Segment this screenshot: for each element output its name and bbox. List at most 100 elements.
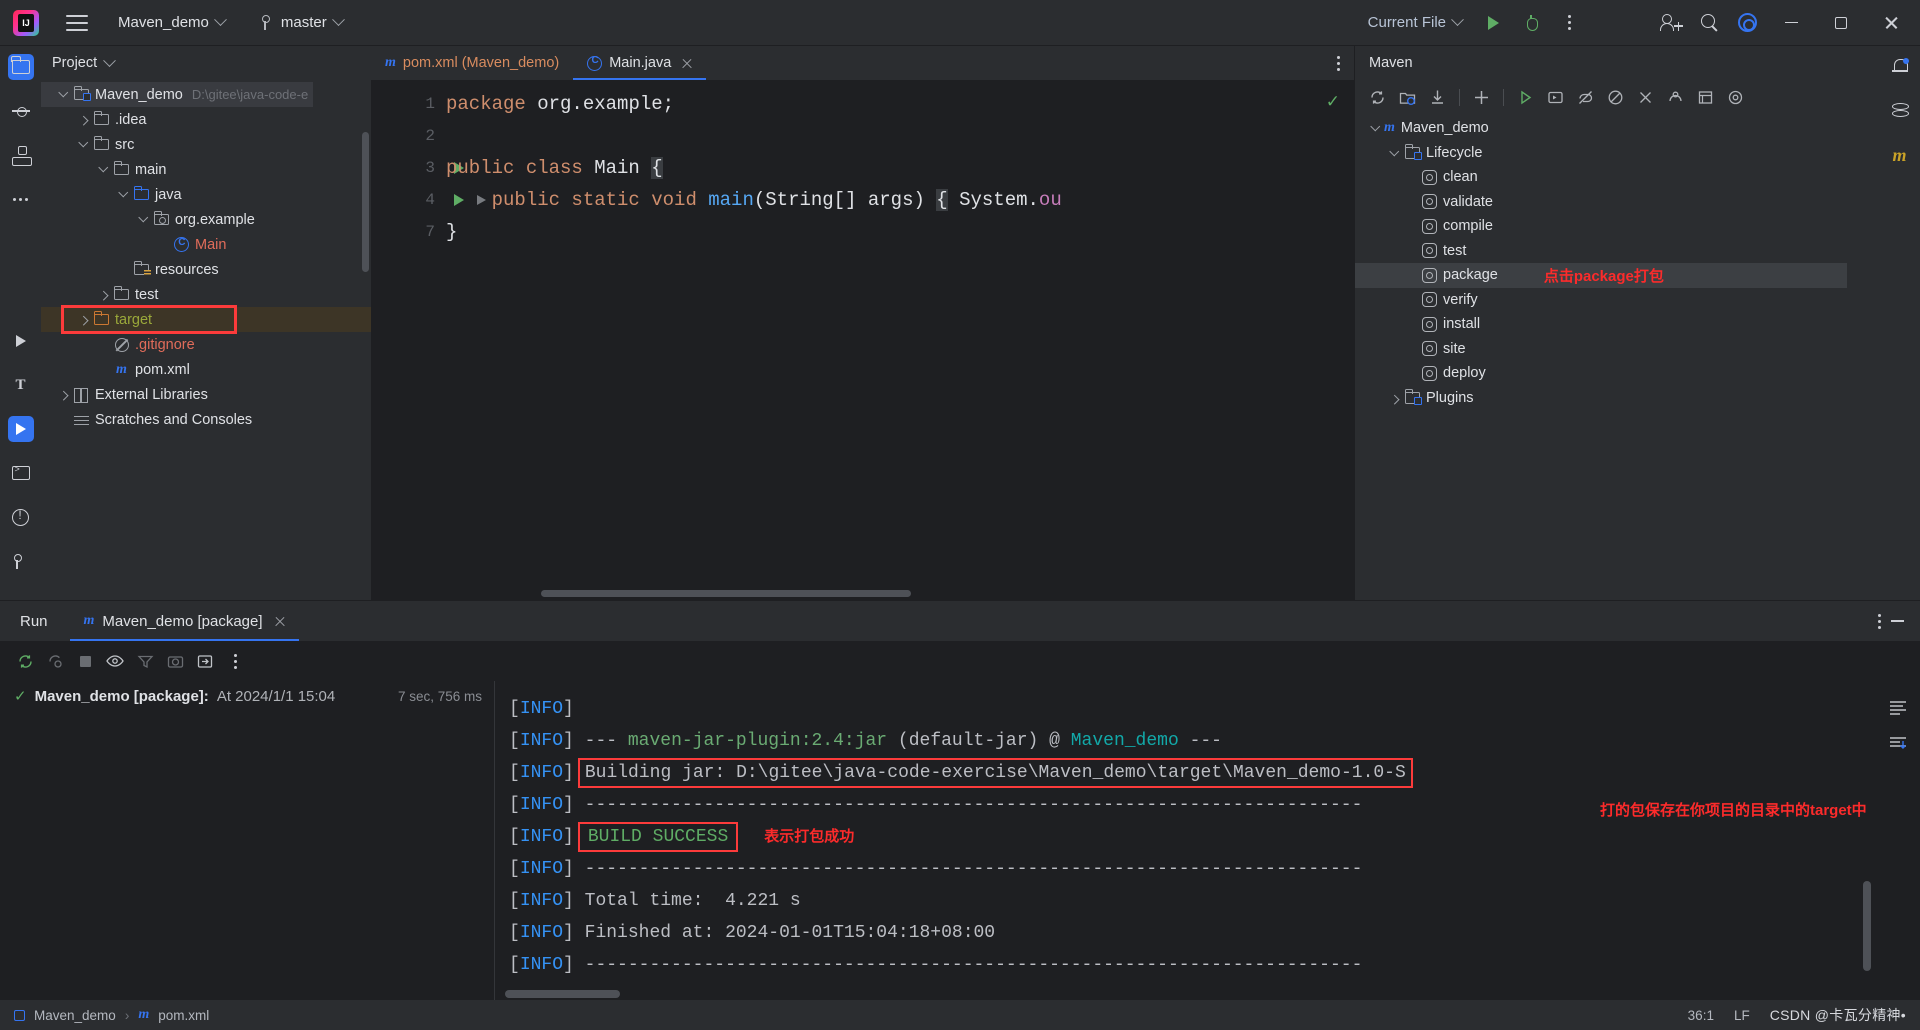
close-icon[interactable] [274, 616, 285, 627]
add-maven-project-icon[interactable] [1395, 85, 1420, 110]
add-user-button[interactable] [1654, 6, 1688, 40]
tree-node-pom-xml[interactable]: m pom.xml [41, 357, 371, 382]
tree-node-main[interactable]: Main [41, 232, 371, 257]
tree-node-java[interactable]: java [41, 182, 371, 207]
maven-node-maven-demo[interactable]: m Maven_demo [1355, 116, 1879, 141]
maven-node-install[interactable]: install [1355, 312, 1879, 337]
export-icon[interactable] [194, 650, 216, 672]
chevron-right-icon[interactable] [78, 116, 89, 126]
chevron-down-icon[interactable] [118, 187, 129, 197]
sidebar-item-terminal[interactable] [8, 460, 34, 486]
maven-node-validate[interactable]: validate [1355, 190, 1879, 215]
caret-position[interactable]: 36:1 [1688, 1008, 1714, 1023]
code-editor[interactable]: 1 2 3 4 7 package org.example; public cl… [371, 80, 1354, 600]
tree-node--idea[interactable]: .idea [41, 107, 371, 132]
inspection-status-icon[interactable]: ✓ [1326, 92, 1340, 112]
eye-icon[interactable] [104, 650, 126, 672]
maximize-button[interactable] [1818, 0, 1864, 46]
chevron-down-icon[interactable] [98, 162, 109, 172]
sidebar-item-problems[interactable] [8, 504, 34, 530]
sidebar-item-structure[interactable] [8, 142, 34, 168]
sidebar-item-project[interactable] [7, 54, 34, 80]
run-configuration-selector[interactable]: Current File [1368, 13, 1464, 31]
maven-node-compile[interactable]: compile [1355, 214, 1879, 239]
branch-selector[interactable]: master [255, 10, 349, 35]
maven-node-clean[interactable]: clean [1355, 165, 1879, 190]
chevron-down-icon[interactable] [103, 53, 117, 67]
tree-node-external-libraries[interactable]: External Libraries [41, 382, 371, 407]
sidebar-item-commit[interactable] [8, 98, 34, 124]
maven-node-test[interactable]: test [1355, 239, 1879, 264]
project-selector[interactable]: Maven_demo [112, 10, 231, 35]
rerun-icon[interactable] [14, 650, 36, 672]
maven-node-lifecycle[interactable]: Lifecycle [1355, 141, 1879, 166]
show-diagram-icon[interactable] [1693, 85, 1718, 110]
chevron-down-icon[interactable] [1370, 121, 1381, 131]
tree-node-target[interactable]: target [41, 307, 371, 332]
more-options-icon[interactable] [224, 650, 246, 672]
maven-goals-tree[interactable]: m Maven_demo Lifecycle clean validate compile… [1355, 114, 1879, 600]
chevron-down-icon[interactable] [78, 137, 89, 147]
maven-node-package[interactable]: package 点击package打包 [1355, 263, 1847, 288]
close-icon[interactable] [681, 58, 692, 69]
tree-node-main[interactable]: main [41, 157, 371, 182]
debug-button[interactable] [1514, 6, 1548, 40]
kebab-icon[interactable] [1878, 613, 1881, 629]
settings-button[interactable] [1730, 6, 1764, 40]
chevron-right-icon[interactable] [78, 316, 89, 326]
filter-icon[interactable] [134, 650, 156, 672]
run-console-output[interactable]: [INFO] [INFO] --- maven-jar-plugin:2.4:ja… [495, 681, 1876, 1000]
add-icon[interactable] [1469, 85, 1494, 110]
line-separator[interactable]: LF [1734, 1008, 1750, 1023]
maven-node-site[interactable]: site [1355, 337, 1879, 362]
run-icon[interactable] [1513, 85, 1538, 110]
maven-node-deploy[interactable]: deploy [1355, 361, 1879, 386]
maven-settings-icon[interactable] [1723, 85, 1748, 110]
tree-node-org-example[interactable]: org.example [41, 207, 371, 232]
download-sources-icon[interactable] [1425, 85, 1450, 110]
tab-main-java[interactable]: Main.java [573, 46, 707, 80]
tree-node-maven-demo[interactable]: Maven_demo D:\gitee\java-code-e [41, 82, 313, 107]
toggle-offline-icon[interactable] [1603, 85, 1628, 110]
tree-node--gitignore[interactable]: .gitignore [41, 332, 371, 357]
execute-goal-icon[interactable] [1543, 85, 1568, 110]
collapse-all-icon[interactable] [1633, 85, 1658, 110]
run-tree-item[interactable]: ✓ Maven_demo [package]: At 2024/1/1 15:0… [0, 681, 494, 711]
skip-tests-icon[interactable] [1573, 85, 1598, 110]
tree-node-resources[interactable]: resources [41, 257, 371, 282]
tree-node-scratches-and-consoles[interactable]: Scratches and Consoles [41, 407, 371, 432]
soft-wrap-icon[interactable] [1887, 697, 1909, 719]
maven-button[interactable]: m [1887, 142, 1913, 168]
sidebar-item-more[interactable] [8, 186, 34, 212]
project-tree[interactable]: Maven_demo D:\gitee\java-code-e .idea src ma… [41, 80, 371, 600]
minimize-icon[interactable] [1891, 620, 1904, 622]
sidebar-item-version-control[interactable] [8, 548, 34, 574]
breadcrumb-file[interactable]: pom.xml [158, 1008, 209, 1023]
tree-node-src[interactable]: src [41, 132, 371, 157]
sidebar-item-run[interactable] [8, 328, 34, 354]
editor-tab-options-button[interactable] [1323, 46, 1354, 80]
notifications-button[interactable] [1887, 54, 1913, 80]
chevron-down-icon[interactable] [138, 212, 149, 222]
search-everywhere-button[interactable] [1692, 6, 1726, 40]
editor-horizontal-scrollbar[interactable] [541, 590, 911, 597]
camera-icon[interactable] [164, 650, 186, 672]
close-button[interactable] [1868, 0, 1914, 46]
hamburger-menu-icon[interactable] [66, 14, 88, 31]
tree-node-test[interactable]: test [41, 282, 371, 307]
chevron-down-icon[interactable] [1389, 146, 1400, 156]
tab-pom-xml[interactable]: m pom.xml (Maven_demo) [371, 46, 573, 80]
sidebar-item-run-active[interactable] [7, 416, 34, 442]
database-button[interactable] [1887, 98, 1913, 124]
scroll-to-end-icon[interactable] [1887, 733, 1909, 755]
maven-node-verify[interactable]: verify [1355, 288, 1879, 313]
console-horizontal-scrollbar[interactable] [505, 990, 620, 998]
maven-node-plugins[interactable]: Plugins [1355, 386, 1879, 411]
chevron-down-icon[interactable] [58, 87, 69, 97]
chevron-right-icon[interactable] [98, 291, 109, 301]
code-content[interactable]: package org.example; public class Main {… [446, 80, 1354, 600]
expand-all-icon[interactable] [1663, 85, 1688, 110]
stop-icon[interactable] [74, 650, 96, 672]
run-button[interactable] [1476, 6, 1510, 40]
more-actions-button[interactable] [1552, 6, 1586, 40]
